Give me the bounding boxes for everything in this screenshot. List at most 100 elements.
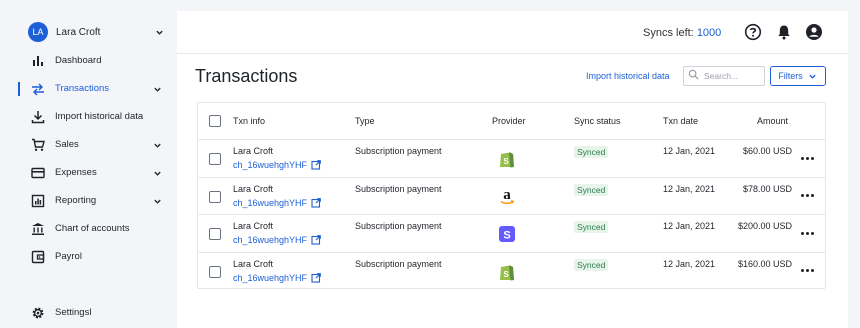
- sidebar-item-label: Dashboard: [55, 55, 102, 66]
- sidebar-item-import-historical-data[interactable]: Import historical data: [0, 106, 177, 128]
- cart-icon: [31, 138, 45, 152]
- column-header-type: Type: [355, 116, 375, 126]
- chevron-down-icon: [154, 27, 164, 37]
- sidebar-item-label: Chart of accounts: [55, 223, 130, 234]
- syncs-label: Syncs left:: [643, 27, 694, 39]
- chevron-down-icon: [152, 84, 162, 94]
- transactions-table: Txn info Type Provider Sync status Txn d…: [197, 102, 826, 289]
- syncs-value: 1000: [696, 27, 722, 39]
- help-icon[interactable]: [744, 23, 762, 41]
- more-options-icon[interactable]: [801, 267, 815, 275]
- shopify-icon: S: [498, 149, 518, 169]
- customer-name: Lara Croft: [233, 258, 274, 269]
- sidebar-item-settings[interactable]: Settingsl: [0, 302, 177, 324]
- column-header-txn-date: Txn date: [663, 116, 699, 126]
- txn-id: ch_16wuehghYHF: [233, 272, 308, 283]
- txn-type: Subscription payment: [355, 183, 442, 194]
- sidebar-item-label: Import historical data: [55, 111, 144, 122]
- customer-name: Lara Croft: [233, 146, 274, 156]
- report-icon: [31, 194, 45, 208]
- row-checkbox[interactable]: [209, 153, 221, 165]
- svg-text:S: S: [503, 270, 509, 279]
- txn-type: Subscription payment: [355, 146, 442, 156]
- credit-card-icon: [31, 166, 45, 180]
- select-all-checkbox[interactable]: [209, 115, 221, 127]
- table-row: Lara Croft ch_16wuehghYHF Subscription p…: [198, 178, 825, 215]
- chevron-down-icon: [808, 71, 818, 81]
- txn-id: ch_16wuehghYHF: [233, 235, 308, 245]
- txn-amount: $78.00 USD: [742, 183, 792, 194]
- sidebar: LA Lara Croft Dashboard Transactions Imp…: [0, 0, 177, 328]
- bell-icon[interactable]: [775, 23, 793, 41]
- customer-name: Lara Croft: [233, 183, 274, 194]
- account-icon[interactable]: [805, 23, 823, 41]
- txn-id-link[interactable]: ch_16wuehghYHF: [233, 273, 321, 283]
- gear-icon: [31, 306, 45, 320]
- avatar: LA: [28, 22, 48, 42]
- row-checkbox[interactable]: [209, 265, 221, 278]
- status-badge: Synced: [574, 146, 609, 158]
- sidebar-item-transactions[interactable]: Transactions: [0, 78, 177, 100]
- chevron-down-icon: [152, 168, 162, 178]
- sidebar-item-label: Expenses: [55, 167, 97, 178]
- sidebar-item-reporting[interactable]: Reporting: [0, 190, 177, 212]
- more-options-icon[interactable]: [801, 154, 815, 162]
- bar-chart-icon: [31, 54, 45, 68]
- swap-arrows-icon: [31, 82, 45, 96]
- chevron-down-icon: [152, 196, 162, 206]
- sidebar-item-label: Payrol: [55, 251, 82, 262]
- more-options-icon[interactable]: [801, 192, 815, 200]
- external-link-icon: [311, 272, 321, 283]
- user-menu[interactable]: LA Lara Croft: [28, 21, 164, 43]
- page-title: Transactions: [195, 66, 298, 86]
- column-header-provider: Provider: [492, 116, 526, 126]
- import-historical-data-link[interactable]: Import historical data: [586, 71, 670, 81]
- external-link-icon: [311, 197, 321, 208]
- column-header-sync-status: Sync status: [574, 116, 621, 126]
- txn-amount: $200.00 USD: [737, 221, 792, 231]
- sidebar-item-sales[interactable]: Sales: [0, 134, 177, 156]
- sidebar-item-label: Sales: [55, 139, 79, 150]
- active-indicator: [18, 82, 20, 96]
- status-badge: Synced: [574, 221, 609, 233]
- txn-id-link[interactable]: ch_16wuehghYHF: [233, 198, 321, 208]
- search-input[interactable]: [704, 71, 760, 81]
- filters-button[interactable]: Filters: [770, 66, 826, 86]
- status-badge: Synced: [574, 183, 609, 196]
- chevron-down-icon: [152, 140, 162, 150]
- sidebar-item-expenses[interactable]: Expenses: [0, 162, 177, 184]
- row-checkbox[interactable]: [209, 228, 221, 240]
- customer-name: Lara Croft: [233, 221, 274, 231]
- sidebar-item-label: Reporting: [55, 195, 97, 206]
- syncs-left: Syncs left: 1000: [643, 27, 721, 39]
- column-header-amount: Amount: [757, 116, 789, 126]
- table-row: Lara Croft ch_16wuehghYHF Subscription p…: [198, 215, 825, 253]
- row-checkbox[interactable]: [209, 190, 221, 203]
- table-row: Lara Croft ch_16wuehghYHF Subscription p…: [198, 140, 825, 178]
- sidebar-item-label: Transactions: [55, 83, 110, 94]
- amazon-icon: a: [498, 187, 518, 207]
- svg-text:S: S: [503, 230, 510, 242]
- wallet-icon: [31, 250, 45, 264]
- bank-icon: [31, 222, 45, 236]
- svg-text:a: a: [503, 187, 511, 203]
- shopify-icon: S: [498, 262, 518, 282]
- sidebar-item-payrol[interactable]: Payrol: [0, 246, 177, 268]
- table-row: Lara Croft ch_16wuehghYHF Subscription p…: [198, 253, 825, 291]
- topbar: Syncs left: 1000: [177, 11, 848, 54]
- external-link-icon: [311, 160, 321, 170]
- more-options-icon[interactable]: [801, 229, 815, 237]
- txn-amount: $60.00 USD: [742, 146, 792, 156]
- main-content: Syncs left: 1000 Transactions Import his…: [177, 11, 848, 328]
- txn-id: ch_16wuehghYHF: [233, 160, 308, 170]
- txn-id-link[interactable]: ch_16wuehghYHF: [233, 235, 321, 245]
- filters-label: Filters: [778, 71, 803, 81]
- txn-id-link[interactable]: ch_16wuehghYHF: [233, 160, 321, 170]
- sidebar-item-chart-of-accounts[interactable]: Chart of accounts: [0, 218, 177, 240]
- txn-id: ch_16wuehghYHF: [233, 197, 308, 208]
- svg-text:S: S: [503, 157, 509, 166]
- txn-type: Subscription payment: [355, 221, 442, 231]
- column-header-txn-info: Txn info: [233, 116, 266, 126]
- download-icon: [31, 110, 45, 124]
- sidebar-item-dashboard[interactable]: Dashboard: [0, 50, 177, 72]
